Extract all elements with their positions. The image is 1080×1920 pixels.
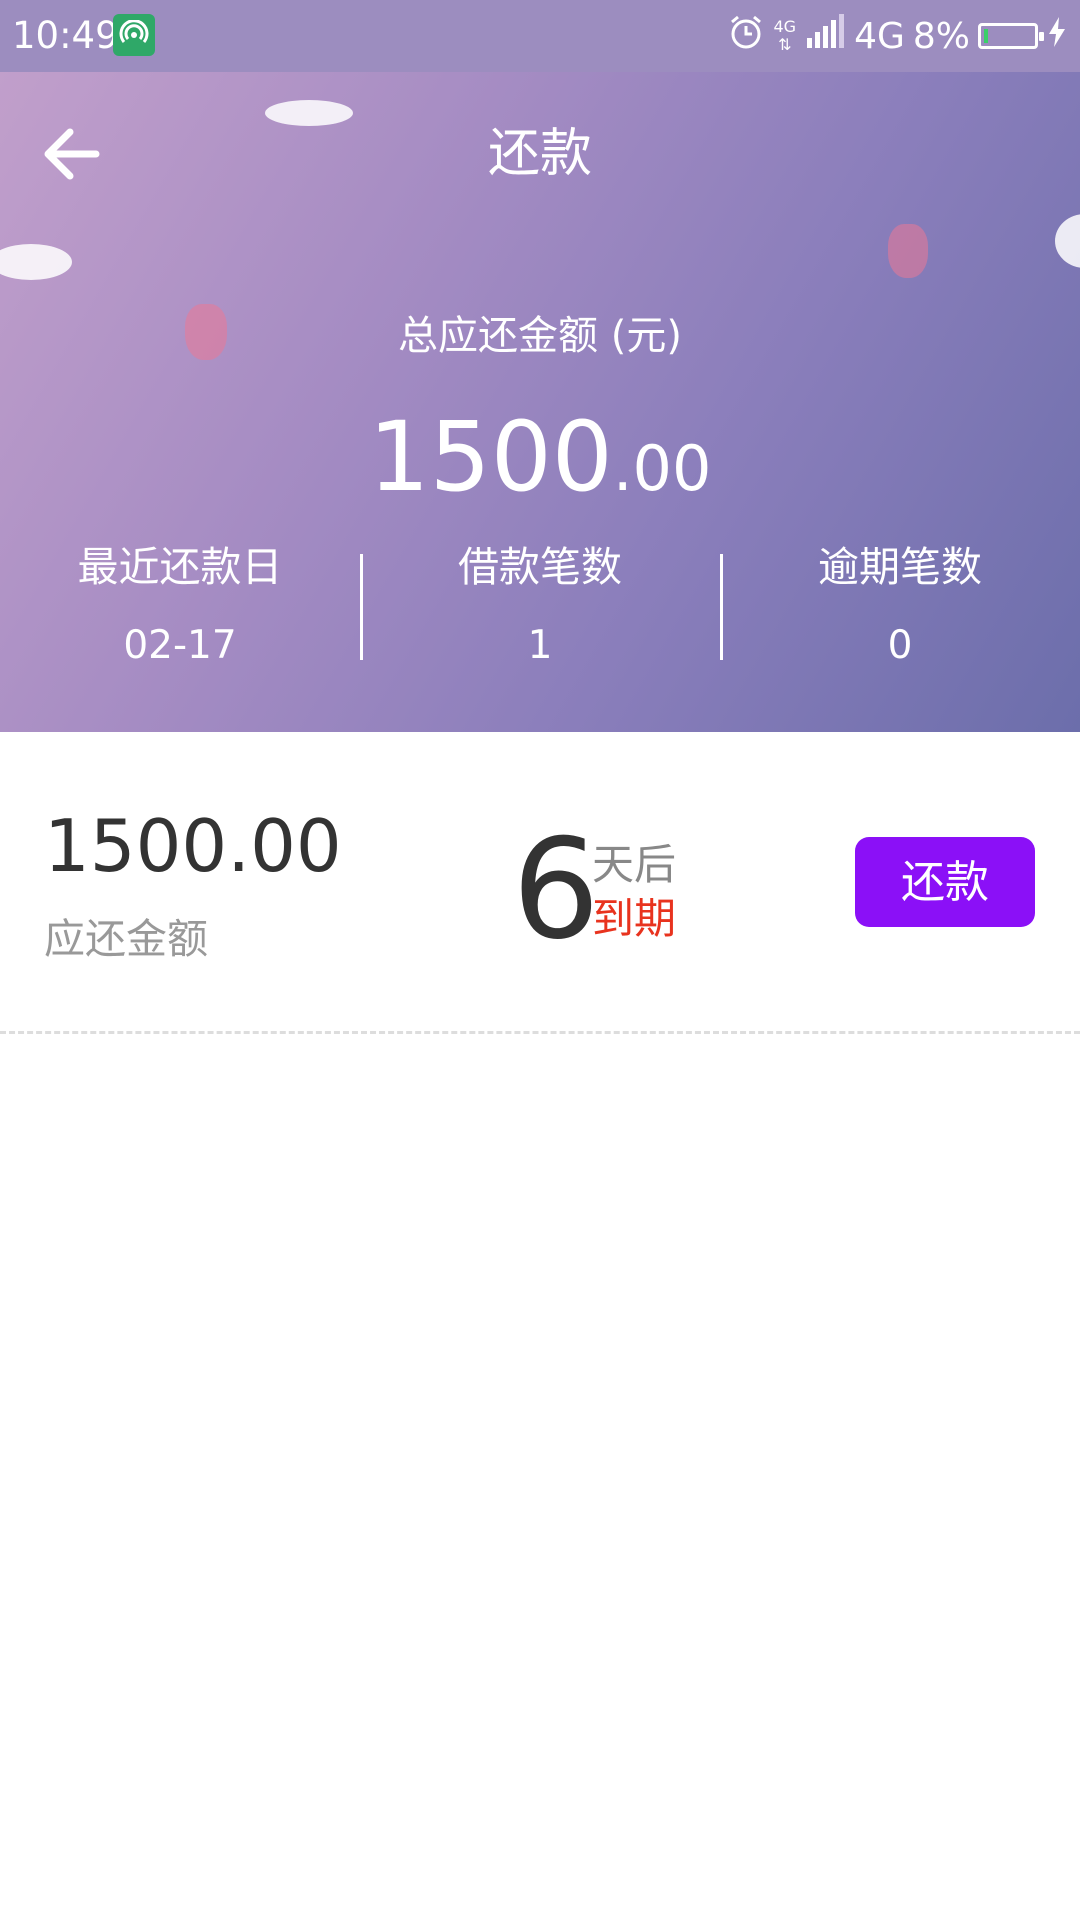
page-title: 还款 xyxy=(487,124,592,184)
battery-icon xyxy=(978,23,1044,49)
days-remaining: 6 xyxy=(512,809,600,970)
total-amount-label: 总应还金额 (元) xyxy=(398,313,682,359)
due-text: 到期 xyxy=(592,894,677,943)
days-suffix: 天后 xyxy=(592,840,677,889)
network-type: 4G xyxy=(854,15,905,57)
stat-overdue-count: 逾期笔数 0 xyxy=(720,542,1080,682)
decor-lantern xyxy=(888,224,928,278)
stat-label: 最近还款日 xyxy=(77,543,283,591)
status-icons: 4G ⇅ 4G 8% xyxy=(727,10,1068,62)
charging-icon xyxy=(1046,16,1068,57)
network-type-small-label: 4G xyxy=(773,17,797,36)
status-time: 10:49 xyxy=(12,14,119,57)
status-bar: 10:49 4G ⇅ 4G 8% xyxy=(0,0,1080,72)
decor-cloud xyxy=(0,244,72,280)
battery-percent: 8% xyxy=(912,15,970,57)
dashed-divider xyxy=(0,1031,1080,1034)
data-arrows-icon: ⇅ xyxy=(778,35,792,54)
loan-amount-label: 应还金额 xyxy=(44,915,208,963)
loan-amount: 1500.00 xyxy=(44,804,342,888)
total-amount-integer: 1500 xyxy=(368,401,613,513)
total-amount: 1500.00 xyxy=(0,407,1080,535)
total-amount-decimal: .00 xyxy=(612,432,712,505)
stat-value: 0 xyxy=(887,623,913,668)
repay-button[interactable]: 还款 xyxy=(855,837,1035,927)
app-signal-icon xyxy=(113,14,155,56)
stat-label: 逾期笔数 xyxy=(818,543,982,591)
stat-label: 借款笔数 xyxy=(458,543,622,591)
battery-level xyxy=(984,29,988,43)
decor-cloud xyxy=(1055,214,1080,268)
alarm-icon xyxy=(727,13,765,60)
repayment-header: 还款 总应还金额 (元) 1500.00 最近还款日 02-17 借款笔数 1 … xyxy=(0,72,1080,732)
stat-value: 1 xyxy=(527,623,553,668)
network-type-small: 4G ⇅ xyxy=(773,18,796,54)
stat-value: 02-17 xyxy=(123,623,237,668)
repayment-stats: 最近还款日 02-17 借款笔数 1 逾期笔数 0 xyxy=(0,542,1080,682)
stat-next-repay-date: 最近还款日 02-17 xyxy=(0,542,360,682)
stat-loan-count: 借款笔数 1 xyxy=(360,542,720,682)
signal-bars-icon xyxy=(806,13,846,59)
loan-item: 1500.00 应还金额 6 天后 到期 还款 xyxy=(0,732,1080,1032)
